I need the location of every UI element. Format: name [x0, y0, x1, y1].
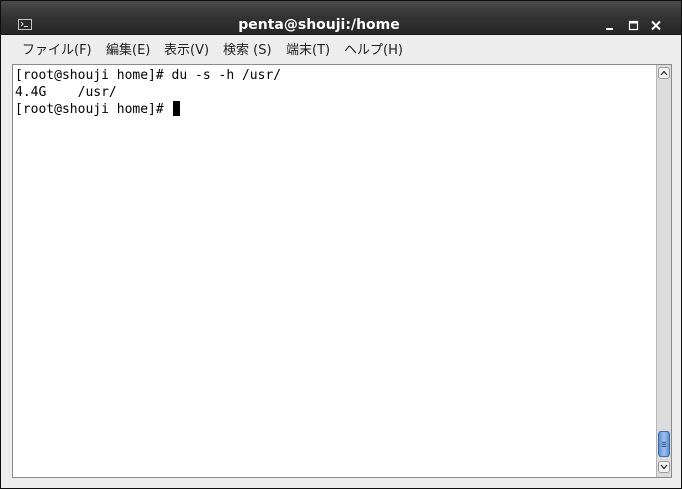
menu-file[interactable]: ファイル(F)	[22, 40, 92, 62]
menu-terminal[interactable]: 端末(T)	[286, 40, 330, 62]
scroll-down-button[interactable]	[658, 461, 670, 473]
terminal-window: penta@shouji:/home ファイル(F) 編集(E) 表示(V) 検…	[0, 0, 682, 489]
chevron-up-icon	[660, 70, 668, 76]
terminal-prompt-line: [root@shouji home]#	[15, 101, 180, 118]
terminal-frame: [root@shouji home]# du -s -h /usr/ 4.4G …	[12, 64, 672, 478]
maximize-button[interactable]	[625, 17, 643, 35]
menu-search[interactable]: 検索 (S)	[223, 40, 272, 62]
menu-view[interactable]: 表示(V)	[164, 40, 209, 62]
minimize-button[interactable]	[601, 17, 619, 35]
title-bar[interactable]: penta@shouji:/home	[1, 1, 681, 35]
menu-edit[interactable]: 編集(E)	[106, 40, 150, 62]
terminal-output[interactable]: [root@shouji home]# du -s -h /usr/ 4.4G …	[14, 66, 657, 476]
terminal-line: 4.4G /usr/	[15, 85, 117, 100]
minimize-icon	[606, 28, 613, 30]
scroll-up-button[interactable]	[658, 67, 670, 79]
menu-bar: ファイル(F) 編集(E) 表示(V) 検索 (S) 端末(T) ヘルプ(H)	[12, 40, 672, 62]
window-title: penta@shouji:/home	[238, 17, 400, 33]
terminal-line: [root@shouji home]# du -s -h /usr/	[15, 68, 282, 83]
close-button[interactable]	[647, 17, 665, 35]
menu-help[interactable]: ヘルプ(H)	[344, 40, 403, 62]
terminal-prompt: [root@shouji home]#	[15, 102, 172, 117]
close-icon	[651, 20, 661, 31]
vertical-scrollbar[interactable]	[656, 65, 671, 477]
block-cursor	[172, 101, 180, 116]
scrollbar-thumb[interactable]	[658, 431, 670, 457]
chevron-down-icon	[660, 464, 668, 470]
maximize-icon	[628, 20, 639, 31]
